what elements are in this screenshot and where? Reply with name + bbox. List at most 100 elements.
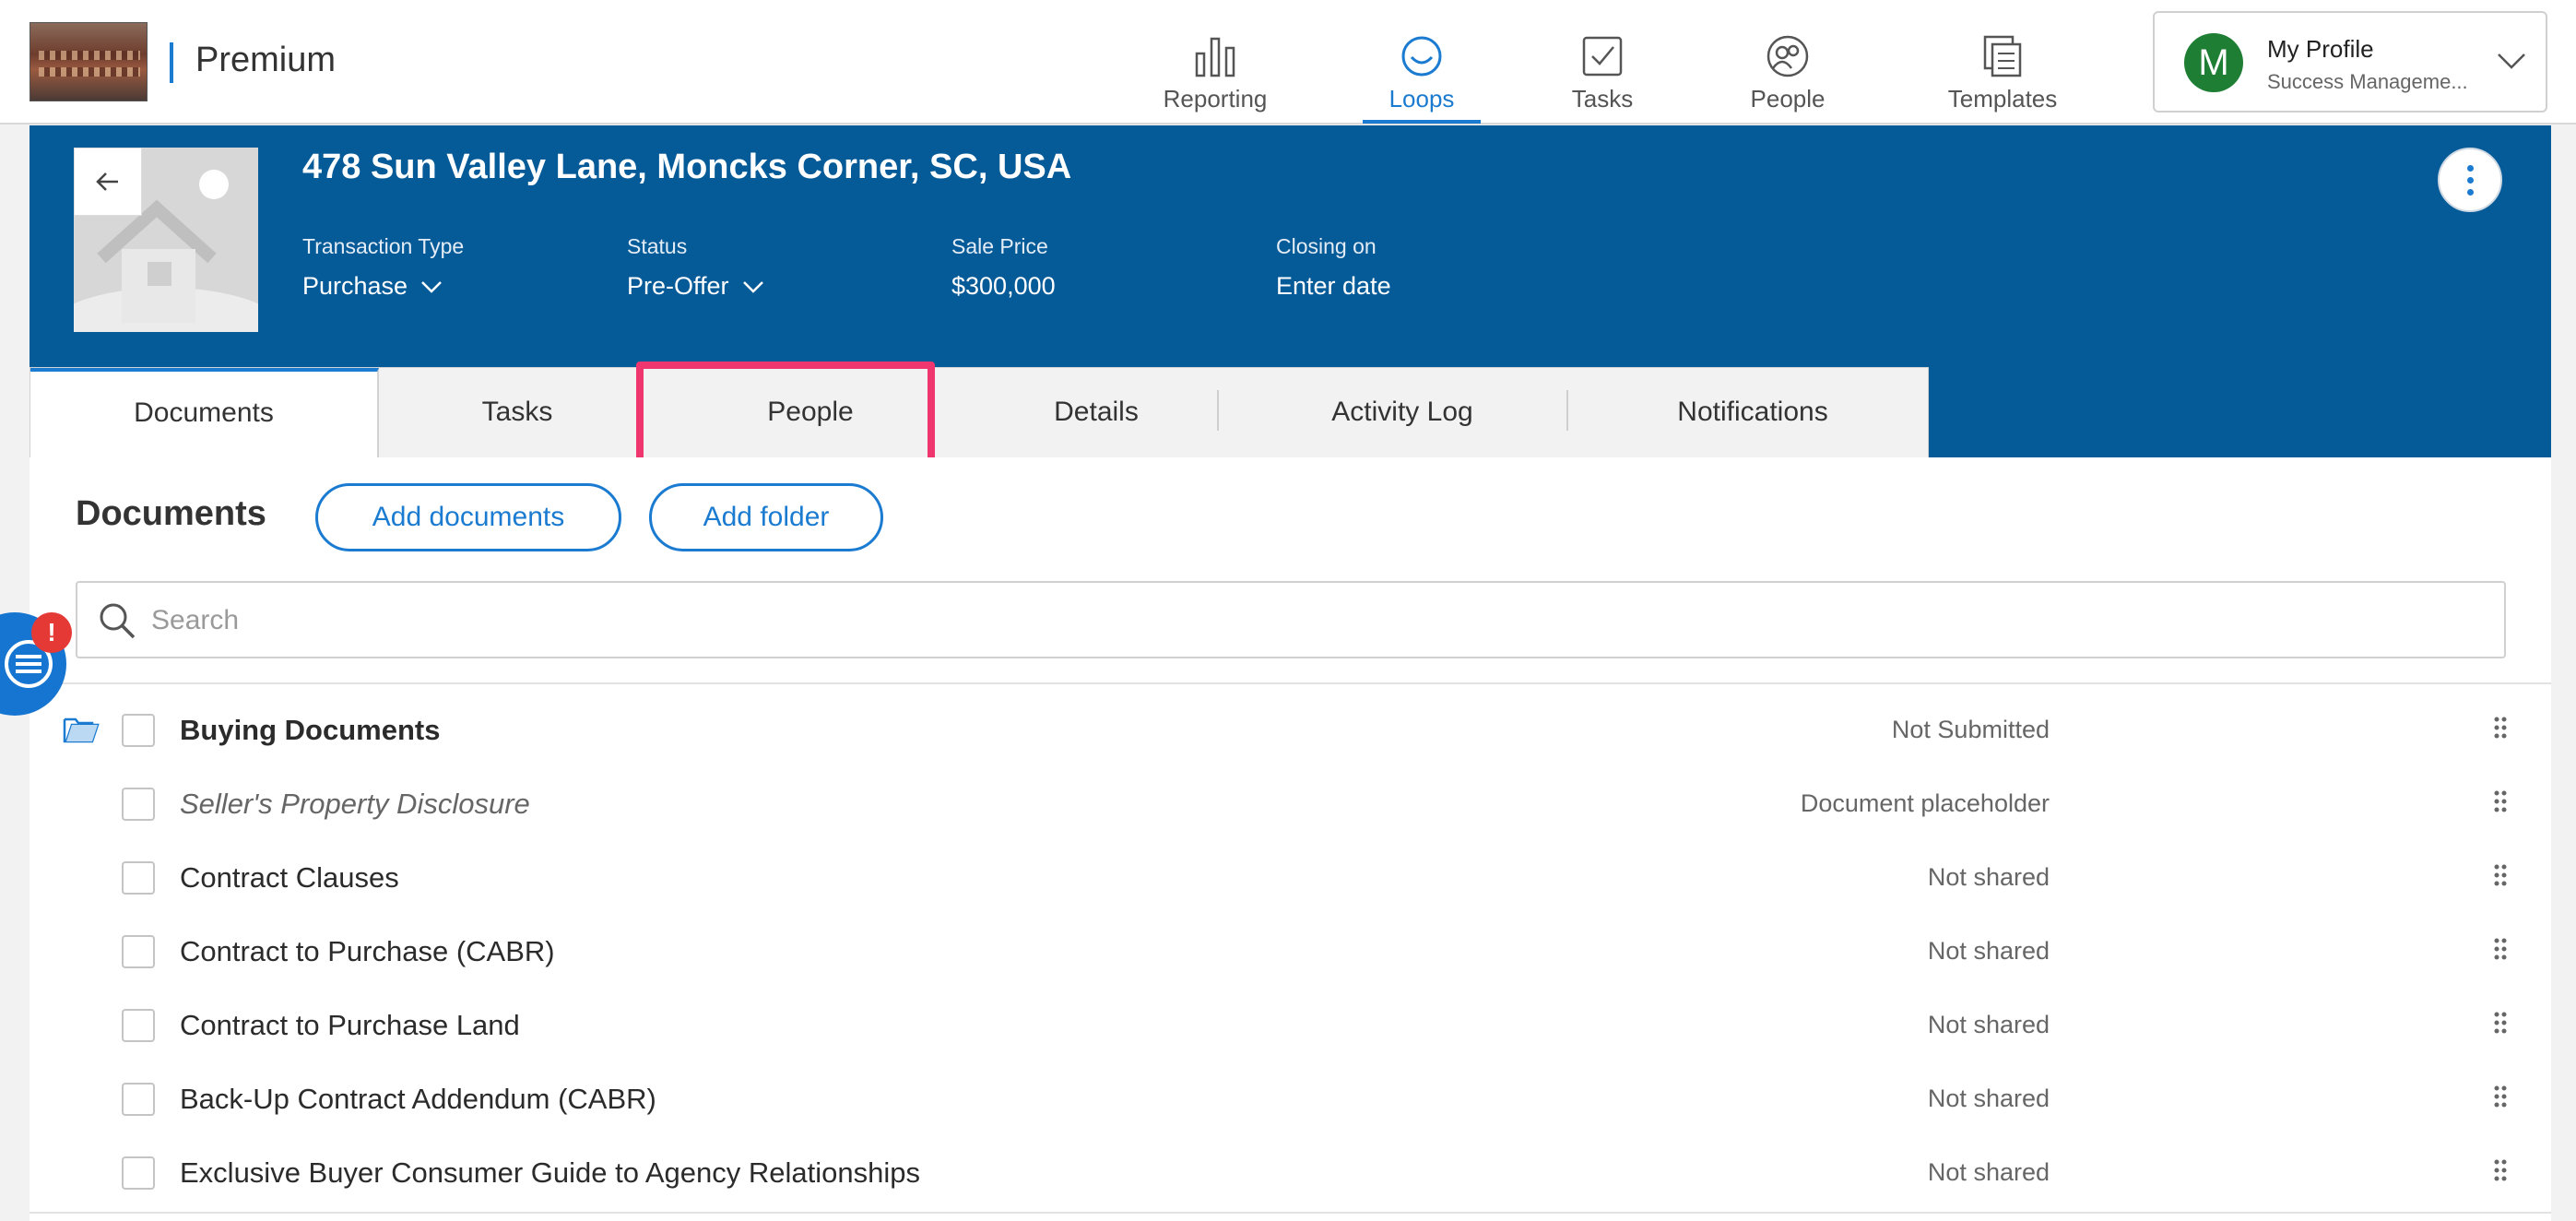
nav-reporting[interactable]: Reporting xyxy=(1154,33,1276,124)
document-name[interactable]: Buying Documents xyxy=(180,714,440,747)
kebab-dot xyxy=(2466,164,2474,172)
add-folder-button[interactable]: Add folder xyxy=(649,483,883,551)
document-status: Not shared xyxy=(1927,1158,2050,1186)
transaction-type-field: Transaction Type Purchase xyxy=(302,234,464,301)
drag-handle-icon[interactable] xyxy=(2493,863,2508,887)
nav-loops-label: Loops xyxy=(1388,85,1455,113)
sale-price-label: Sale Price xyxy=(951,234,1048,258)
transaction-type-value: Purchase xyxy=(302,272,408,300)
status-value: Pre-Offer xyxy=(627,272,729,300)
tab-people[interactable]: People xyxy=(656,368,965,458)
brand-divider xyxy=(170,42,173,83)
row-checkbox[interactable] xyxy=(122,1009,155,1042)
loop-icon xyxy=(1401,36,1442,77)
sale-price-value[interactable]: $300,000 xyxy=(951,272,1056,301)
document-status: Document placeholder xyxy=(1800,789,2050,817)
nav-loops[interactable]: Loops xyxy=(1363,33,1481,124)
closing-date-input[interactable]: Enter date xyxy=(1276,272,1391,301)
kebab-dot xyxy=(2466,188,2474,196)
document-row-folder[interactable]: Buying Documents Not Submitted xyxy=(30,692,2551,765)
nav-templates[interactable]: Templates xyxy=(1936,33,2069,124)
nav-tasks[interactable]: Tasks xyxy=(1558,33,1647,124)
row-checkbox[interactable] xyxy=(122,861,155,895)
document-name[interactable]: Exclusive Buyer Consumer Guide to Agency… xyxy=(180,1156,920,1190)
templates-icon xyxy=(1983,35,2022,77)
nav-people-label: People xyxy=(1750,85,1826,113)
search-input[interactable] xyxy=(151,594,2456,647)
list-divider xyxy=(30,1212,2551,1214)
transaction-type-dropdown[interactable]: Purchase xyxy=(302,272,464,301)
search-box xyxy=(76,581,2506,658)
arrow-left-icon xyxy=(96,172,118,191)
row-checkbox[interactable] xyxy=(122,714,155,747)
tab-notifications[interactable]: Notifications xyxy=(1578,368,1928,458)
tab-divider xyxy=(1566,390,1568,431)
active-nav-underline xyxy=(1363,120,1481,124)
document-row[interactable]: Contract to Purchase Land Not shared xyxy=(30,987,2551,1061)
drag-handle-icon[interactable] xyxy=(2493,937,2508,961)
back-button[interactable] xyxy=(74,148,142,216)
document-row[interactable]: Exclusive Buyer Consumer Guide to Agency… xyxy=(30,1134,2551,1208)
profile-menu[interactable]: M My Profile Success Manageme... xyxy=(2153,11,2547,113)
tab-tasks[interactable]: Tasks xyxy=(379,368,656,458)
nav-people[interactable]: People xyxy=(1741,33,1835,124)
drag-handle-icon[interactable] xyxy=(2493,1158,2508,1182)
document-status: Not shared xyxy=(1927,1085,2050,1112)
status-dropdown[interactable]: Pre-Offer xyxy=(627,272,764,301)
nav-templates-label: Templates xyxy=(1947,85,2058,113)
row-checkbox[interactable] xyxy=(122,788,155,821)
chevron-down-icon xyxy=(742,280,763,293)
tab-details[interactable]: Details xyxy=(965,368,1227,458)
drag-handle-icon[interactable] xyxy=(2493,1085,2508,1108)
drag-handle-icon[interactable] xyxy=(2493,716,2508,740)
more-options-button[interactable] xyxy=(2438,148,2502,212)
tab-divider xyxy=(1217,390,1219,431)
closing-date-label: Closing on xyxy=(1276,234,1377,258)
brand-name: Premium xyxy=(195,41,337,79)
document-name[interactable]: Contract to Purchase Land xyxy=(180,1009,520,1042)
document-row[interactable]: Contract to Purchase (CABR) Not shared xyxy=(30,913,2551,987)
row-checkbox[interactable] xyxy=(122,935,155,968)
drag-handle-icon[interactable] xyxy=(2493,789,2508,813)
brokerage-logo-image xyxy=(30,22,148,101)
nav-reporting-label: Reporting xyxy=(1163,85,1268,113)
tab-activity-log[interactable]: Activity Log xyxy=(1227,368,1578,458)
documents-title: Documents xyxy=(76,494,266,533)
checkbox-icon xyxy=(1582,36,1623,77)
property-address: 478 Sun Valley Lane, Moncks Corner, SC, … xyxy=(302,148,1072,186)
document-name[interactable]: Seller's Property Disclosure xyxy=(180,788,530,821)
documents-panel: Documents Add documents Add folder Buyin… xyxy=(30,457,2551,1221)
profile-subtitle: Success Manageme... xyxy=(2267,70,2468,93)
document-status: Not shared xyxy=(1927,1011,2050,1038)
sale-price-field: Sale Price $300,000 xyxy=(951,234,1056,301)
list-divider xyxy=(30,682,2551,684)
document-row[interactable]: Contract Clauses Not shared xyxy=(30,839,2551,913)
document-row[interactable]: Back-Up Contract Addendum (CABR) Not sha… xyxy=(30,1061,2551,1134)
avatar: M xyxy=(2184,33,2243,92)
document-status: Not shared xyxy=(1927,863,2050,891)
profile-name: My Profile xyxy=(2267,35,2374,63)
row-checkbox[interactable] xyxy=(122,1083,155,1116)
document-status: Not shared xyxy=(1927,937,2050,965)
nav-tasks-label: Tasks xyxy=(1571,85,1634,113)
alert-badge: ! xyxy=(31,612,72,653)
status-field: Status Pre-Offer xyxy=(627,234,764,301)
tab-documents[interactable]: Documents xyxy=(30,368,379,458)
closing-date-text: Enter date xyxy=(1276,272,1391,300)
transaction-type-label: Transaction Type xyxy=(302,234,465,258)
loop-tabs: Documents Tasks People Details Activity … xyxy=(30,367,1929,458)
document-status: Not Submitted xyxy=(1891,716,2050,743)
document-name[interactable]: Contract Clauses xyxy=(180,861,399,895)
document-row[interactable]: Seller's Property Disclosure Document pl… xyxy=(30,765,2551,839)
drag-handle-icon[interactable] xyxy=(2493,1011,2508,1035)
document-name[interactable]: Contract to Purchase (CABR) xyxy=(180,935,555,968)
top-navigation-bar: Premium Reporting Loops Tasks People Tem… xyxy=(0,0,2576,124)
status-label: Status xyxy=(627,234,688,258)
add-documents-button[interactable]: Add documents xyxy=(315,483,621,551)
closing-date-field: Closing on Enter date xyxy=(1276,234,1391,301)
search-icon xyxy=(100,603,136,639)
bar-chart-icon xyxy=(1195,37,1235,77)
row-checkbox[interactable] xyxy=(122,1156,155,1190)
document-name[interactable]: Back-Up Contract Addendum (CABR) xyxy=(180,1083,656,1116)
people-icon xyxy=(1767,35,1809,77)
